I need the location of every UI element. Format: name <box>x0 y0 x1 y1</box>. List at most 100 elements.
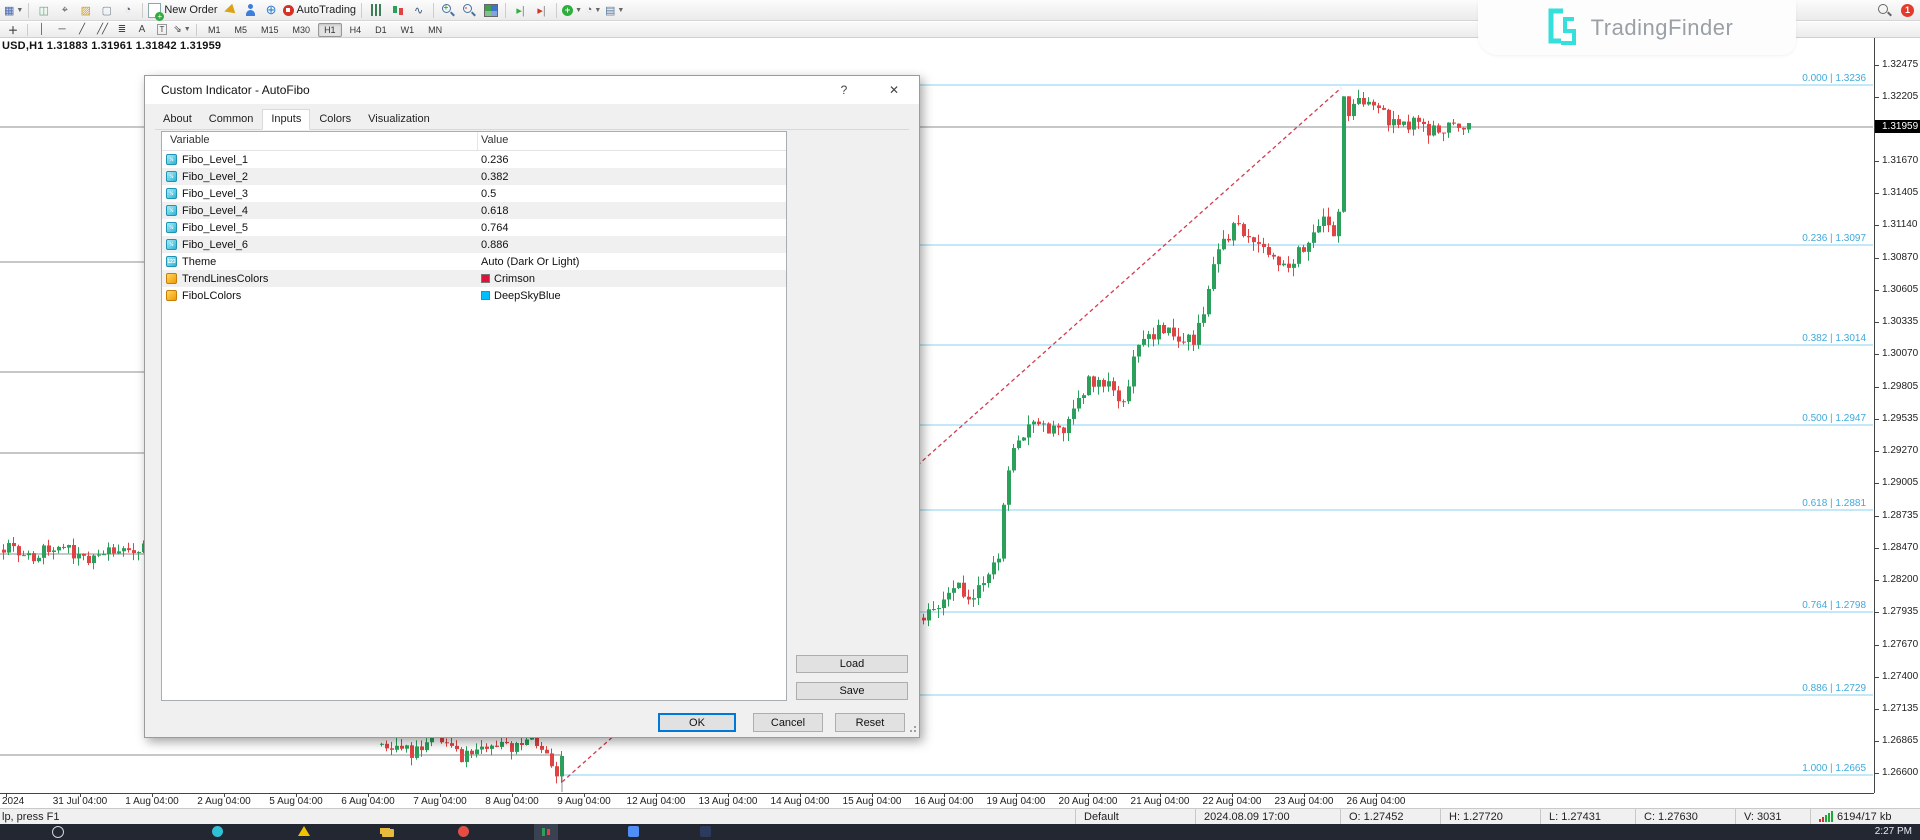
candle-body <box>1357 98 1361 104</box>
candle-body <box>1347 96 1351 116</box>
reset-button[interactable]: Reset <box>835 713 905 732</box>
indicators-button[interactable]: +▼ <box>562 2 582 19</box>
parameter-value[interactable]: DeepSkyBlue <box>481 290 561 302</box>
timeframe-button-m1[interactable]: M1 <box>202 23 227 37</box>
notification-badge[interactable]: 1 <box>1901 4 1914 17</box>
parameter-value[interactable]: Crimson <box>481 273 535 285</box>
tile-windows-button[interactable] <box>481 2 500 19</box>
taskbar-app-icon-red[interactable] <box>458 826 470 838</box>
line-chart-button[interactable]: ∿ <box>409 2 428 19</box>
trendline-tool-button[interactable]: ╱ <box>73 23 91 37</box>
taskbar-folder-icon[interactable] <box>382 826 394 838</box>
timeframe-button-m30[interactable]: M30 <box>287 23 317 37</box>
strategy-tester-button[interactable]: ◔ <box>118 2 137 19</box>
taskbar-app-icon-navy[interactable] <box>700 826 712 838</box>
parameter-row-fibolcolors[interactable]: FiboLColorsDeepSkyBlue <box>162 287 786 304</box>
timeframe-button-mn[interactable]: MN <box>422 23 448 37</box>
new-order-button[interactable]: New Order <box>148 2 217 19</box>
crosshair-cursor-button[interactable]: ⌖ <box>55 2 74 19</box>
load-button[interactable]: Load <box>796 655 908 673</box>
price-axis[interactable]: 1.324751.322051.319591.316701.314051.311… <box>1874 38 1920 793</box>
auto-scroll-button[interactable]: ▸| <box>532 2 551 19</box>
crosshair-tool-button[interactable]: ＋ <box>4 23 22 37</box>
periods-button[interactable]: ◔▼ <box>584 2 603 19</box>
ok-button[interactable]: OK <box>658 713 736 732</box>
candle-body <box>962 583 966 597</box>
candle-body <box>117 551 121 553</box>
shapes-tool-button[interactable]: ⇘▼ <box>173 23 191 37</box>
parameter-value[interactable]: 0.5 <box>481 188 496 200</box>
tab-inputs[interactable]: Inputs <box>262 109 310 130</box>
candle-body <box>1172 328 1176 337</box>
new-chart-button[interactable]: ▦▼ <box>4 2 23 19</box>
time-axis[interactable]: 202431 Jul 04:001 Aug 04:002 Aug 04:005 … <box>0 793 1874 809</box>
tab-common[interactable]: Common <box>201 110 262 129</box>
parameter-value[interactable]: 0.236 <box>481 154 509 166</box>
taskbar-app-icon-blue[interactable] <box>628 826 640 838</box>
horizontal-line-tool-button[interactable]: ─ <box>53 23 71 37</box>
taskbar-search-icon[interactable] <box>52 826 64 838</box>
timeframe-button-d1[interactable]: D1 <box>369 23 393 37</box>
search-icon[interactable] <box>1877 3 1891 17</box>
dialog-help-button[interactable]: ? <box>829 81 859 99</box>
chart-shift-button[interactable]: ▸| <box>511 2 530 19</box>
column-divider[interactable] <box>477 132 478 150</box>
bar-chart-button[interactable] <box>367 2 386 19</box>
zoom-in-button[interactable]: + <box>439 2 458 19</box>
timeframe-button-m15[interactable]: M15 <box>255 23 285 37</box>
timeframe-button-h1[interactable]: H1 <box>318 23 342 37</box>
parameter-value[interactable]: 0.618 <box>481 205 509 217</box>
text-tool-button[interactable]: A <box>133 23 151 37</box>
tab-colors[interactable]: Colors <box>311 110 359 129</box>
parameter-name: Fibo_Level_2 <box>182 171 248 183</box>
candle-body <box>1182 342 1186 343</box>
fibonacci-tool-button[interactable]: ≣ <box>113 23 131 37</box>
community-button[interactable] <box>241 2 260 19</box>
timeframe-button-w1[interactable]: W1 <box>395 23 421 37</box>
candlestick-chart-button[interactable] <box>388 2 407 19</box>
window-button[interactable]: ▢ <box>97 2 116 19</box>
timeframe-button-h4[interactable]: H4 <box>344 23 368 37</box>
cancel-button[interactable]: Cancel <box>753 713 823 732</box>
parameter-row-theme[interactable]: 123ThemeAuto (Dark Or Light) <box>162 253 786 270</box>
favorites-folder-button[interactable]: ▨ <box>76 2 95 19</box>
templates-button[interactable]: ▤▼ <box>605 2 624 19</box>
tab-about[interactable]: About <box>155 110 200 129</box>
parameter-row-fibo_level_3[interactable]: ½Fibo_Level_30.5 <box>162 185 786 202</box>
tab-visualization[interactable]: Visualization <box>360 110 438 129</box>
parameter-row-trendlinescolors[interactable]: TrendLinesColorsCrimson <box>162 270 786 287</box>
parameter-value[interactable]: Auto (Dark Or Light) <box>481 256 579 268</box>
parameter-row-fibo_level_4[interactable]: ½Fibo_Level_40.618 <box>162 202 786 219</box>
timeframe-button-m5[interactable]: M5 <box>229 23 254 37</box>
taskbar-app-icon-teal[interactable] <box>212 826 224 838</box>
taskbar-active-app-icon[interactable] <box>534 826 546 838</box>
zoom-out-button[interactable]: - <box>460 2 479 19</box>
parameter-value[interactable]: 0.886 <box>481 239 509 251</box>
profiles-button[interactable]: ◫ <box>34 2 53 19</box>
taskbar-upload-arrow-icon[interactable] <box>298 826 310 838</box>
dialog-title-bar[interactable]: Custom Indicator - AutoFibo <box>145 76 919 104</box>
save-button[interactable]: Save <box>796 682 908 700</box>
vertical-line-tool-button[interactable]: │ <box>33 23 51 37</box>
candle-body <box>550 753 554 766</box>
candle-body <box>540 746 544 750</box>
parameter-row-fibo_level_2[interactable]: ½Fibo_Level_20.382 <box>162 168 786 185</box>
dialog-close-button[interactable]: ✕ <box>879 81 909 99</box>
inputs-parameter-list[interactable]: Variable Value ½Fibo_Level_10.236½Fibo_L… <box>161 131 787 701</box>
dialog-resize-grip[interactable] <box>908 726 916 734</box>
channel-tool-button[interactable]: ╱╱ <box>93 23 111 37</box>
parameter-value[interactable]: 0.382 <box>481 171 509 183</box>
time-tick-label: 7 Aug 04:00 <box>413 796 466 807</box>
text-label-tool-button[interactable]: T <box>153 23 171 37</box>
alerts-horn-button[interactable] <box>220 2 239 19</box>
status-cell-0: Default <box>1075 809 1195 824</box>
parameter-row-fibo_level_1[interactable]: ½Fibo_Level_10.236 <box>162 151 786 168</box>
autotrading-button[interactable]: AutoTrading <box>283 2 357 19</box>
candle-body <box>62 547 66 548</box>
parameter-row-fibo_level_5[interactable]: ½Fibo_Level_50.764 <box>162 219 786 236</box>
web-terminal-button[interactable]: ⊕ <box>262 2 281 19</box>
candle-body <box>942 599 946 608</box>
parameter-value[interactable]: 0.764 <box>481 222 509 234</box>
time-tick-label: 1 Aug 04:00 <box>125 796 178 807</box>
parameter-row-fibo_level_6[interactable]: ½Fibo_Level_60.886 <box>162 236 786 253</box>
